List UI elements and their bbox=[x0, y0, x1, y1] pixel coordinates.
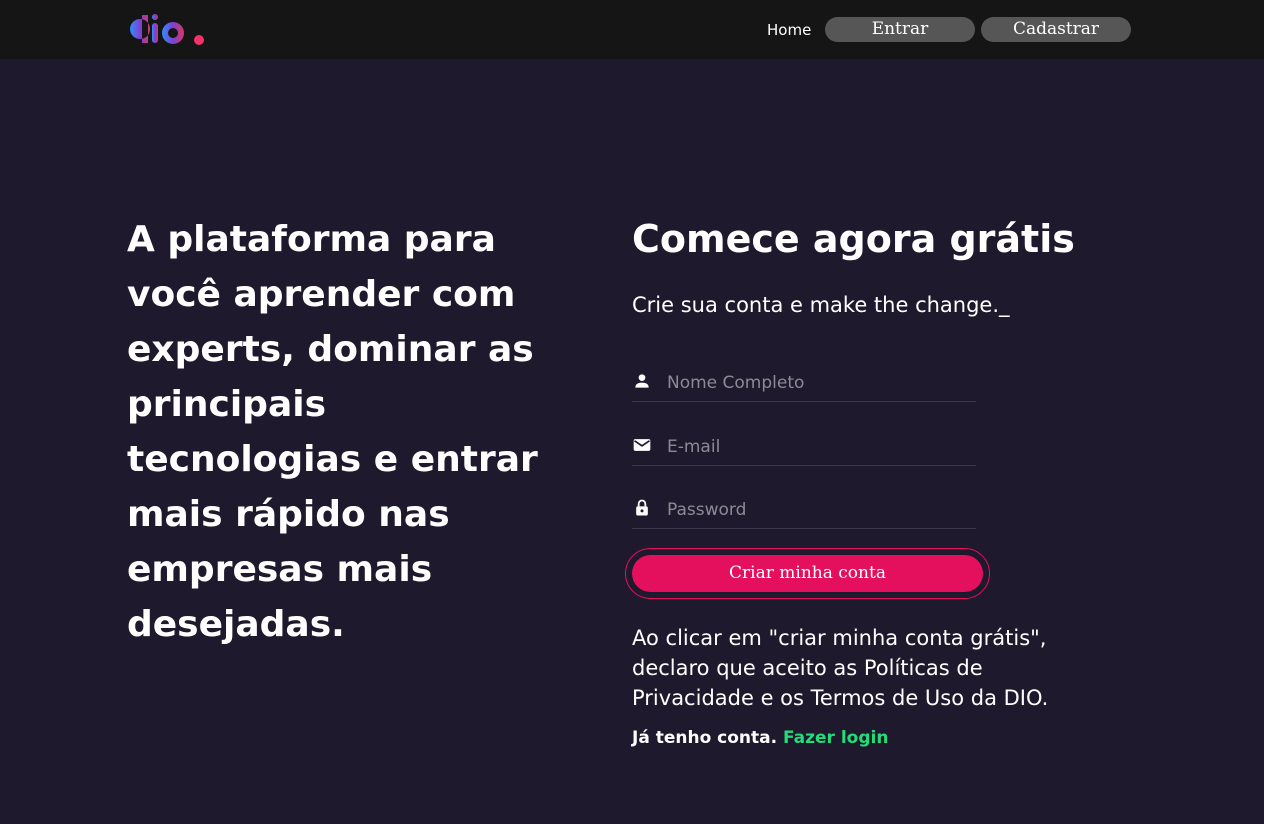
email-input[interactable] bbox=[667, 434, 967, 460]
top-navbar: Home Entrar Cadastrar bbox=[0, 0, 1264, 59]
password-field bbox=[632, 493, 976, 529]
entrar-button[interactable]: Entrar bbox=[825, 17, 975, 42]
login-link[interactable]: Fazer login bbox=[783, 728, 888, 748]
cadastrar-button[interactable]: Cadastrar bbox=[981, 17, 1131, 42]
email-field bbox=[632, 430, 976, 466]
dio-logo-icon bbox=[130, 14, 204, 45]
terms-text: Ao clicar em "criar minha conta grátis",… bbox=[632, 626, 1049, 710]
person-icon bbox=[635, 374, 649, 388]
hero-title: A plataforma para você aprender com expe… bbox=[127, 219, 538, 645]
signup-title: Comece agora grátis bbox=[632, 217, 1075, 261]
have-account-text: Já tenho conta. bbox=[632, 728, 778, 748]
lock-icon bbox=[636, 499, 648, 516]
create-account-button[interactable]: Criar minha conta bbox=[632, 555, 983, 592]
nav-home-link[interactable]: Home bbox=[767, 20, 811, 40]
name-field bbox=[632, 366, 976, 402]
dio-logo[interactable] bbox=[126, 13, 206, 47]
name-input[interactable] bbox=[667, 370, 967, 396]
mail-icon bbox=[633, 439, 651, 451]
create-account-button-outline: Criar minha conta bbox=[625, 548, 990, 599]
password-input[interactable] bbox=[667, 497, 967, 523]
login-prompt: Já tenho conta. Fazer login bbox=[632, 726, 1032, 750]
signup-subtitle: Crie sua conta e make the change._ bbox=[632, 293, 1010, 317]
